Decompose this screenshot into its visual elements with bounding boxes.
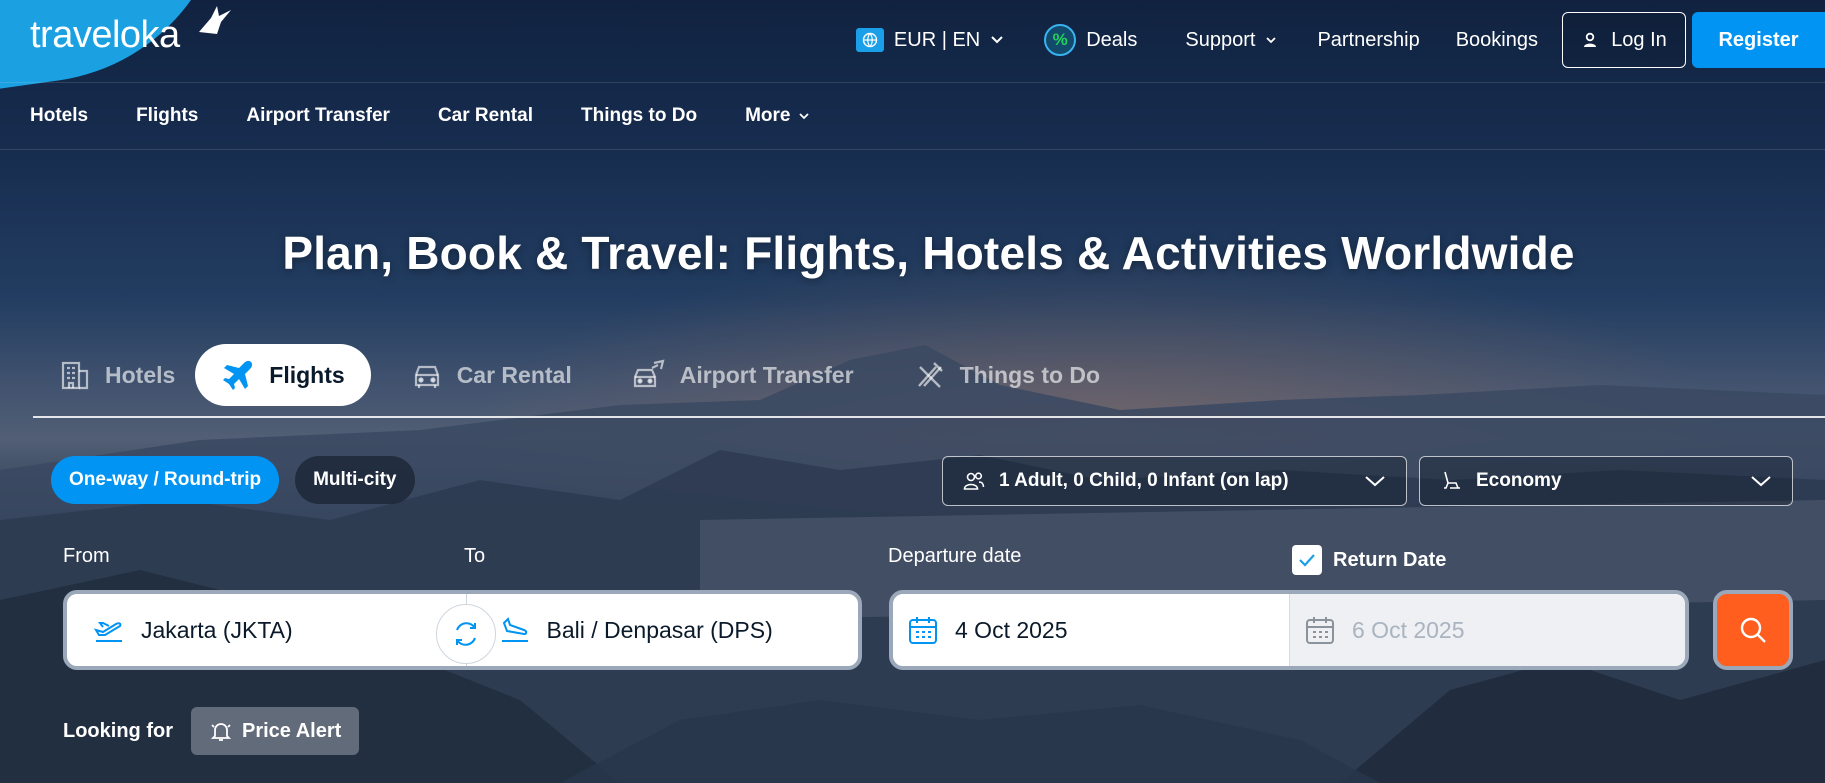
- trip-type-selector: One-way / Round-trip Multi-city: [51, 456, 415, 504]
- nav-car-rental[interactable]: Car Rental: [438, 105, 533, 127]
- nav-flights[interactable]: Flights: [136, 105, 198, 127]
- airplane-icon: [223, 360, 253, 390]
- looking-for-section: Looking for Price Alert: [63, 707, 360, 755]
- nav-things-to-do[interactable]: Things to Do: [581, 105, 697, 127]
- tab-things-to-do[interactable]: Things to Do: [910, 344, 1105, 406]
- product-navigation: Hotels Flights Airport Transfer Car Rent…: [0, 82, 1825, 150]
- nav-more-menu[interactable]: More: [745, 105, 810, 127]
- check-icon: [1299, 554, 1315, 567]
- tabs-divider: [33, 416, 1825, 418]
- to-label: To: [464, 545, 486, 567]
- bird-icon: [199, 6, 231, 34]
- swap-route-button[interactable]: [436, 604, 496, 664]
- deals-link[interactable]: % Deals: [1044, 24, 1137, 56]
- support-label: Support: [1185, 28, 1256, 51]
- arrival-plane-icon: [501, 617, 528, 642]
- tab-hotels-label: Hotels: [105, 361, 176, 388]
- return-date-checkbox[interactable]: [1292, 545, 1322, 575]
- from-label: From: [63, 545, 110, 567]
- tab-things-to-do-label: Things to Do: [959, 361, 1101, 388]
- chevron-down-icon: [991, 36, 1003, 44]
- passenger-selector[interactable]: 1 Adult, 0 Child, 0 Infant (on lap): [942, 456, 1407, 506]
- return-date-label: Return Date: [1333, 548, 1447, 571]
- chevron-down-icon: [1365, 476, 1385, 487]
- brand-logo[interactable]: traveloka: [30, 14, 180, 57]
- nav-airport-transfer[interactable]: Airport Transfer: [246, 105, 390, 127]
- passengers-icon: [963, 472, 985, 490]
- search-icon: [1740, 617, 1766, 643]
- cabin-class-value: Economy: [1476, 470, 1562, 491]
- return-date-input[interactable]: 6 Oct 2025: [1289, 594, 1685, 666]
- looking-for-label: Looking for: [63, 719, 173, 742]
- more-label: More: [745, 105, 791, 126]
- bell-icon: [210, 723, 232, 741]
- date-field: 4 Oct 2025 6 Oct 2025: [889, 590, 1689, 670]
- user-icon: [1584, 32, 1597, 47]
- calendar-icon: [1306, 617, 1334, 644]
- currency-language-label: EUR | EN: [893, 28, 981, 51]
- car-icon: [414, 365, 439, 388]
- support-menu[interactable]: Support: [1185, 29, 1277, 52]
- search-flights-button[interactable]: [1713, 590, 1793, 670]
- deals-label: Deals: [1086, 28, 1138, 51]
- percent-badge-icon: %: [1044, 24, 1077, 56]
- swap-icon: [456, 622, 476, 646]
- departure-date-input[interactable]: 4 Oct 2025: [893, 594, 1289, 666]
- tab-hotels[interactable]: Hotels: [55, 344, 179, 406]
- passenger-value: 1 Adult, 0 Child, 0 Infant (on lap): [999, 470, 1289, 491]
- hotel-icon: [61, 361, 89, 390]
- currency-language-selector[interactable]: EUR | EN: [855, 28, 1004, 52]
- tab-airport-transfer[interactable]: Airport Transfer: [628, 344, 858, 406]
- airport-transfer-icon: [633, 359, 665, 388]
- tab-car-rental-label: Car Rental: [456, 361, 572, 388]
- to-input[interactable]: Bali / Denpasar (DPS): [463, 594, 859, 666]
- seat-icon: [1444, 471, 1460, 489]
- tab-flights[interactable]: Flights: [195, 344, 371, 406]
- to-value: Bali / Denpasar (DPS): [546, 616, 773, 643]
- route-field: Jakarta (JKTA) Bali / Denpasar (DPS): [63, 590, 862, 670]
- oneway-roundtrip-pill[interactable]: One-way / Round-trip: [51, 456, 280, 504]
- from-input[interactable]: Jakarta (JKTA): [67, 594, 463, 666]
- return-date-toggle[interactable]: Return Date: [1292, 545, 1446, 575]
- login-button[interactable]: Log In: [1562, 12, 1686, 68]
- return-date-value: 6 Oct 2025: [1352, 616, 1465, 643]
- chevron-down-icon: [1751, 476, 1771, 487]
- top-navigation: EUR | EN % Deals Support Partnership Boo…: [855, 12, 1825, 68]
- departure-date-label: Departure date: [888, 545, 1022, 567]
- partnership-link[interactable]: Partnership: [1317, 29, 1419, 52]
- price-alert-label: Price Alert: [241, 719, 342, 742]
- tab-car-rental[interactable]: Car Rental: [407, 344, 576, 406]
- register-button[interactable]: Register: [1692, 12, 1825, 68]
- price-alert-button[interactable]: Price Alert: [190, 707, 360, 755]
- cabin-class-selector[interactable]: Economy: [1419, 456, 1793, 506]
- page-title: Plan, Book & Travel: Flights, Hotels & A…: [282, 227, 1575, 279]
- things-to-do-icon: [917, 362, 943, 388]
- multicity-pill[interactable]: Multi-city: [295, 456, 415, 504]
- chevron-down-icon: [1266, 36, 1277, 43]
- calendar-icon: [909, 617, 937, 644]
- login-label: Log In: [1611, 28, 1667, 51]
- from-value: Jakarta (JKTA): [141, 616, 293, 643]
- chevron-down-icon: [799, 112, 810, 119]
- globe-icon: [855, 28, 884, 52]
- departure-plane-icon: [93, 622, 122, 642]
- bookings-link[interactable]: Bookings: [1456, 29, 1538, 52]
- top-bar: traveloka EUR | EN % Deals Support Partn…: [0, 0, 1825, 95]
- nav-hotels[interactable]: Hotels: [30, 105, 88, 127]
- tab-flights-label: Flights: [269, 361, 345, 388]
- departure-date-value: 4 Oct 2025: [955, 616, 1068, 643]
- product-tabs: Hotels Flights Car Rental Airport Transf…: [55, 344, 1156, 406]
- tab-airport-transfer-label: Airport Transfer: [679, 361, 854, 388]
